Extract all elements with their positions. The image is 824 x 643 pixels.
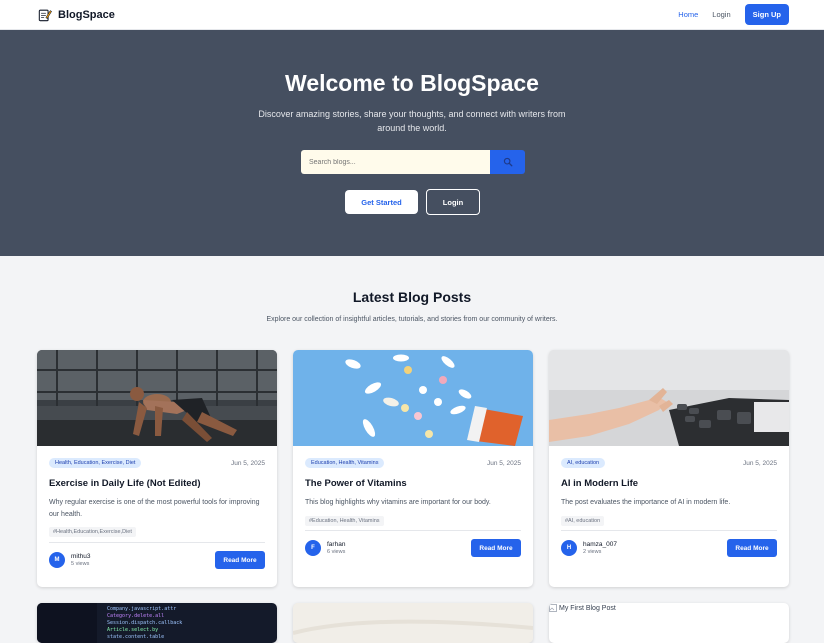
view-count: 2 views [583,549,602,555]
nav-home-link[interactable]: Home [678,10,698,19]
blog-card[interactable]: AI, education Jun 5, 2025 AI in Modern L… [549,350,789,587]
notepad-pencil-icon [38,9,52,21]
svg-text:state.content.table: state.content.table [107,634,164,640]
read-more-button[interactable]: Read More [727,539,777,557]
broken-image-icon [549,604,557,612]
card-image-code: Company.javascript.attr Category.delete.… [37,603,277,643]
post-date: Jun 5, 2025 [231,459,265,467]
card-body: Health, Education, Exercise, Diet Jun 5,… [37,446,277,587]
card-image-vitamins [293,350,533,446]
card-footer: H hamza_007 2 views Read More [561,530,777,557]
card-body: AI, education Jun 5, 2025 AI in Modern L… [549,446,789,587]
author-name: mithu3 [71,553,91,560]
svg-text:Session.dispatch.callback: Session.dispatch.callback [107,620,182,626]
read-more-button[interactable]: Read More [215,551,265,569]
view-count: 5 views [71,561,90,567]
author-name: farhan [327,541,346,548]
hero-title: Welcome to BlogSpace [285,70,539,96]
category-badge: AI, education [561,458,606,468]
post-title[interactable]: AI in Modern Life [561,478,777,489]
search-icon [503,157,512,167]
broken-image-alt: My First Blog Post [559,604,616,612]
blog-card[interactable]: Education, Health, Vitamins Jun 5, 2025 … [293,350,533,587]
blog-card[interactable]: My First Blog Post [549,603,789,643]
brand-logo[interactable]: BlogSpace [38,8,115,22]
card-image-ai [549,350,789,446]
svg-text:Category.delete.all: Category.delete.all [107,613,164,619]
hero-subtitle: Discover amazing stories, share your tho… [258,109,566,133]
card-footer: M mithu3 5 views Read More [49,542,265,569]
hero-section: Welcome to BlogSpace Discover amazing st… [0,30,824,256]
post-excerpt: Why regular exercise is one of the most … [49,499,260,518]
card-footer: F farhan 6 views Read More [305,530,521,557]
card-body: Education, Health, Vitamins Jun 5, 2025 … [293,446,533,587]
card-image-exercise [37,350,277,446]
avatar: H [561,540,577,556]
category-badge: Health, Education, Exercise, Diet [49,458,142,468]
nav-links: Home Login Sign Up [678,4,789,25]
broken-image: My First Blog Post [549,603,789,612]
search-input[interactable] [301,150,490,174]
post-title[interactable]: The Power of Vitamins [305,478,521,489]
hero-buttons: Get Started Login [345,189,480,215]
top-navbar: BlogSpace Home Login Sign Up [0,0,824,30]
avatar: M [49,552,65,568]
view-count: 6 views [327,549,346,555]
post-tags: #Education, Health, Vitamins [305,515,384,526]
read-more-button[interactable]: Read More [471,539,521,557]
post-excerpt: The post evaluates the importance of AI … [561,499,731,506]
brand-name: BlogSpace [58,8,115,21]
section-subtitle: Explore our collection of insightful art… [266,316,558,323]
signup-button[interactable]: Sign Up [744,4,789,25]
svg-text:Company.javascript.attr: Company.javascript.attr [107,606,176,612]
card-image-paper [293,603,533,643]
blog-card[interactable] [293,603,533,643]
get-started-button[interactable]: Get Started [345,190,418,214]
post-title[interactable]: Exercise in Daily Life (Not Edited) [49,478,265,489]
post-tags: #Health,Education,Exercise,Diet [49,527,136,537]
category-badge: Education, Health, Vitamins [305,458,385,468]
search-button[interactable] [490,150,525,174]
post-excerpt: This blog highlights why vitamins are im… [305,499,491,506]
post-date: Jun 5, 2025 [743,459,777,467]
section-title: Latest Blog Posts [352,289,472,305]
blog-card[interactable]: Health, Education, Exercise, Diet Jun 5,… [37,350,277,587]
post-tags: #AI, education [561,515,605,526]
blog-card[interactable]: Company.javascript.attr Category.delete.… [37,603,277,643]
nav-login-link[interactable]: Login [712,10,730,19]
hero-login-button[interactable]: Login [426,189,480,215]
avatar: F [305,540,321,556]
search-bar [301,150,525,174]
author-name: hamza_007 [583,541,617,548]
post-date: Jun 5, 2025 [487,459,521,467]
svg-text:Article.select.by: Article.select.by [107,627,158,633]
